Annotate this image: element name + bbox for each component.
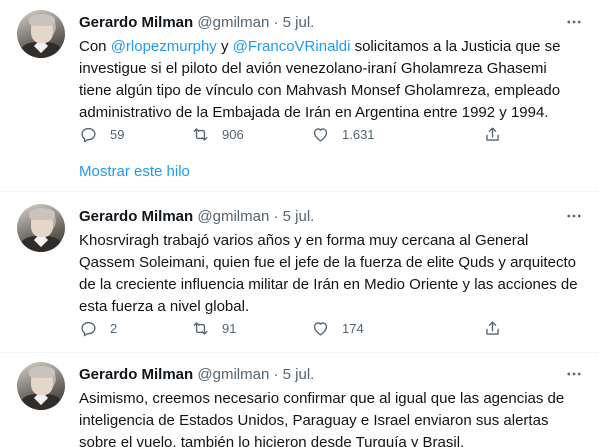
share-button[interactable] xyxy=(483,318,502,338)
reply-icon xyxy=(81,321,96,336)
show-thread-link[interactable]: Mostrar este hilo xyxy=(79,162,190,182)
more-options-icon[interactable] xyxy=(560,204,588,228)
tweet-header: Gerardo Milman @gmilman · 5 jul. xyxy=(79,365,314,385)
timeline-feed: Gerardo Milman @gmilman · 5 jul. Con @rl… xyxy=(0,0,599,447)
more-options-icon[interactable] xyxy=(560,10,588,34)
author-name[interactable]: Gerardo Milman xyxy=(79,366,193,383)
reply-count: 2 xyxy=(110,320,118,336)
share-button[interactable] xyxy=(483,124,502,144)
text-segment: Asimismo, creemos necesario confirmar qu… xyxy=(79,390,565,447)
tweet-actions: 2 91 174 xyxy=(79,318,539,338)
tweet-date[interactable]: 5 jul. xyxy=(283,366,315,383)
divider xyxy=(0,352,599,353)
tweet-2[interactable]: Gerardo Milman @gmilman · 5 jul. Khosrvi… xyxy=(0,204,599,338)
tweet-header: Gerardo Milman @gmilman · 5 jul. xyxy=(79,13,314,33)
mention-link[interactable]: @FrancoVRinaldi xyxy=(233,38,351,55)
author-handle[interactable]: @gmilman xyxy=(197,14,269,31)
like-icon xyxy=(313,127,328,142)
author-handle[interactable]: @gmilman xyxy=(197,366,269,383)
tweet-text: Con @rlopezmurphy y @FrancoVRinaldi soli… xyxy=(79,36,579,124)
retweet-count: 91 xyxy=(222,320,237,336)
tweet-1[interactable]: Gerardo Milman @gmilman · 5 jul. Con @rl… xyxy=(0,10,599,150)
reply-count: 59 xyxy=(110,126,125,142)
like-count: 1.631 xyxy=(342,126,375,142)
author-name[interactable]: Gerardo Milman xyxy=(79,14,193,31)
share-icon xyxy=(486,320,499,335)
share-icon xyxy=(486,126,499,141)
tweet-text: Asimismo, creemos necesario confirmar qu… xyxy=(79,388,579,447)
text-segment: Con xyxy=(79,38,111,55)
like-button[interactable]: 1.631 xyxy=(311,124,375,144)
avatar[interactable] xyxy=(17,204,65,252)
reply-icon xyxy=(81,127,96,142)
retweet-icon xyxy=(193,127,208,141)
dot-separator: · xyxy=(273,366,279,383)
retweet-button[interactable]: 91 xyxy=(191,318,236,338)
text-segment: y xyxy=(216,38,233,55)
tweet-actions: 59 906 1.631 xyxy=(79,124,539,144)
tweet-text: Khosrviragh trabajó varios años y en for… xyxy=(79,230,579,318)
reply-button[interactable]: 2 xyxy=(79,318,117,338)
retweet-icon xyxy=(193,321,208,335)
like-icon xyxy=(313,321,328,336)
like-count: 174 xyxy=(342,320,364,336)
dot-separator: · xyxy=(273,14,279,31)
retweet-button[interactable]: 906 xyxy=(191,124,244,144)
avatar[interactable] xyxy=(17,10,65,58)
divider xyxy=(0,191,599,192)
tweet-date[interactable]: 5 jul. xyxy=(283,208,315,225)
tweet-date[interactable]: 5 jul. xyxy=(283,14,315,31)
tweet-3[interactable]: Gerardo Milman @gmilman · 5 jul. Asimism… xyxy=(0,362,599,447)
avatar[interactable] xyxy=(17,362,65,410)
author-handle[interactable]: @gmilman xyxy=(197,208,269,225)
dot-separator: · xyxy=(273,208,279,225)
text-segment: Khosrviragh trabajó varios años y en for… xyxy=(79,232,578,315)
retweet-count: 906 xyxy=(222,126,244,142)
mention-link[interactable]: @rlopezmurphy xyxy=(111,38,217,55)
tweet-header: Gerardo Milman @gmilman · 5 jul. xyxy=(79,207,314,227)
more-options-icon[interactable] xyxy=(560,362,588,386)
author-name[interactable]: Gerardo Milman xyxy=(79,208,193,225)
reply-button[interactable]: 59 xyxy=(79,124,124,144)
like-button[interactable]: 174 xyxy=(311,318,364,338)
